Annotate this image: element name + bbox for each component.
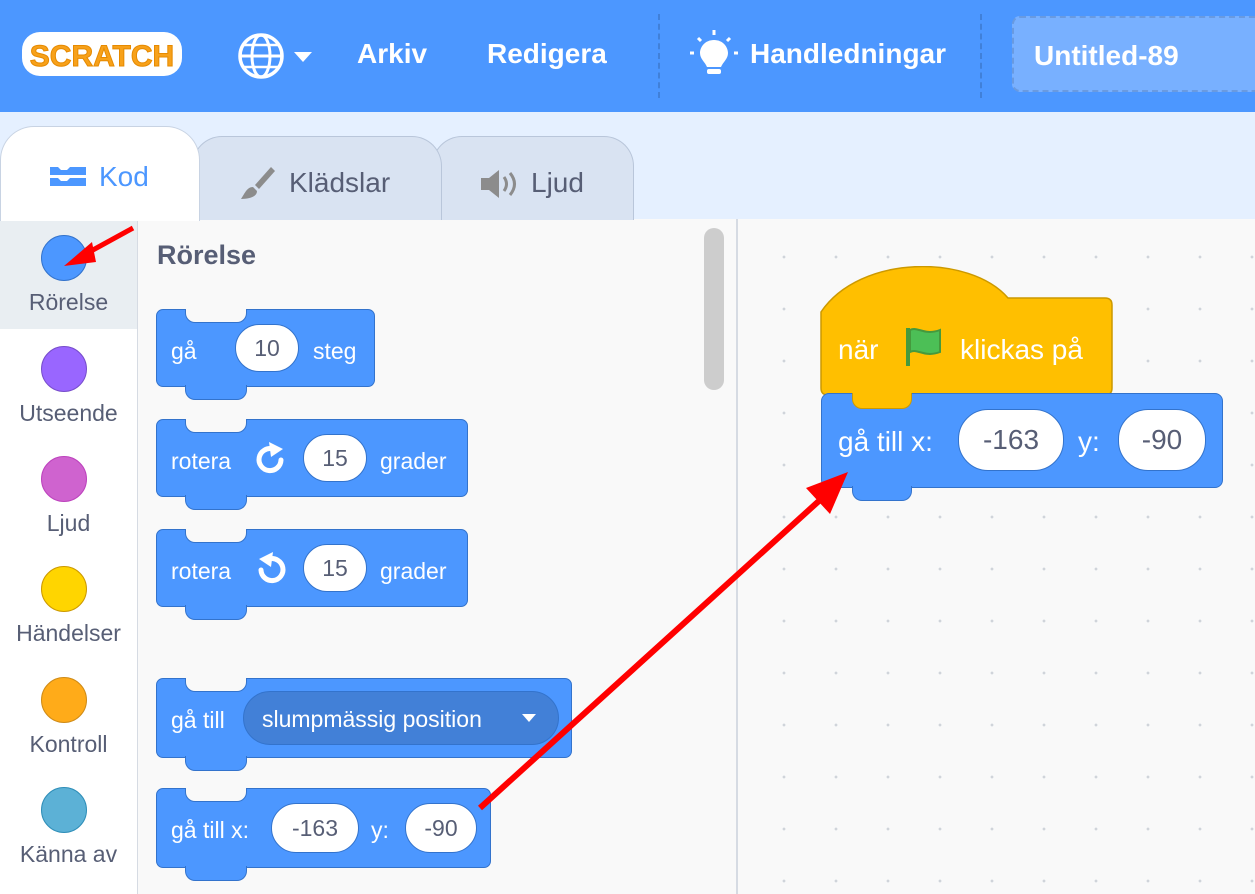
category-menu: Rörelse Utseende Ljud Händelser Kontroll… [0, 219, 138, 894]
block-text: gå till [171, 707, 225, 733]
block-tab [185, 756, 247, 771]
rotate-right-icon [256, 442, 284, 474]
category-sound[interactable]: Ljud [0, 440, 137, 550]
block-text: när [838, 334, 879, 365]
tab-sounds[interactable]: Ljud [432, 136, 634, 220]
y-input[interactable]: -90 [405, 803, 477, 853]
tab-sounds-label: Ljud [531, 167, 584, 198]
steps-input[interactable]: 10 [235, 324, 299, 372]
category-control[interactable]: Kontroll [0, 661, 137, 771]
block-text: gå [171, 338, 197, 364]
block-text: grader [380, 448, 447, 474]
y-input[interactable]: -90 [1118, 409, 1206, 471]
block-text: steg [313, 338, 357, 364]
block-text: grader [380, 558, 447, 584]
category-label: Händelser [16, 620, 121, 646]
block-tab [185, 605, 247, 620]
dropdown-value: slumpmässig position [262, 706, 482, 732]
x-input[interactable]: -163 [958, 409, 1064, 471]
when-flag-clicked-block[interactable]: när klickas på [820, 266, 1113, 406]
category-looks[interactable]: Utseende [0, 330, 137, 440]
category-events[interactable]: Händelser [0, 550, 137, 660]
paintbrush-icon [241, 167, 275, 199]
menu-divider [658, 14, 660, 98]
project-title: Untitled-89 [1034, 40, 1179, 71]
block-notch [185, 677, 247, 692]
file-menu[interactable]: Arkiv [357, 38, 427, 70]
turn-left-block[interactable]: rotera 15 grader [156, 528, 468, 620]
caret-down-icon [294, 52, 312, 62]
edit-menu[interactable]: Redigera [487, 38, 607, 70]
scratch-logo[interactable]: SCRATCH [20, 26, 185, 82]
tab-code-label: Kod [99, 161, 149, 192]
tab-costumes[interactable]: Klädslar [192, 136, 442, 220]
category-dot [41, 346, 87, 392]
category-dot [41, 677, 87, 723]
block-text: gå till x: [171, 817, 249, 843]
block-text: y: [1078, 426, 1100, 457]
category-dot [41, 235, 87, 281]
block-tab [185, 495, 247, 510]
category-dot [41, 456, 87, 502]
palette-scrollbar[interactable] [704, 228, 724, 390]
palette-heading: Rörelse [157, 240, 257, 270]
code-blocks-icon [50, 167, 86, 186]
dropdown-arrow-icon [522, 714, 536, 722]
tutorials-label: Handledningar [750, 38, 947, 69]
green-flag-icon [906, 328, 941, 366]
category-label: Ljud [46, 510, 91, 536]
menu-bar: SCRATCH Arkiv Redigera Handledningar Unt… [0, 0, 1255, 112]
move-steps-block[interactable]: gå 10 steg [156, 308, 375, 400]
block-notch [185, 787, 247, 802]
block-notch [185, 528, 247, 543]
category-label: Rörelse [28, 289, 109, 315]
category-dot [41, 787, 87, 833]
block-tab [852, 486, 912, 501]
block-tab [185, 866, 247, 881]
block-text: rotera [171, 448, 232, 474]
block-text: klickas på [960, 334, 1083, 365]
tab-costumes-label: Klädslar [289, 167, 391, 198]
x-input[interactable]: -163 [271, 803, 359, 853]
block-text: y: [371, 817, 389, 843]
tab-code[interactable]: Kod [0, 126, 200, 221]
category-label: Utseende [19, 400, 118, 426]
goto-xy-block[interactable]: gå till x: -163 y: -90 [156, 787, 491, 881]
category-sensing[interactable]: Känna av [0, 771, 137, 881]
project-title-input[interactable]: Untitled-89 [1012, 16, 1255, 92]
target-dropdown[interactable]: slumpmässig position [243, 691, 559, 745]
menu-divider [980, 14, 982, 98]
category-motion[interactable]: Rörelse [0, 219, 137, 329]
category-dot [41, 566, 87, 612]
svg-text:SCRATCH: SCRATCH [30, 40, 174, 73]
block-tab [185, 385, 247, 400]
rotate-left-icon [258, 552, 286, 584]
language-menu[interactable] [236, 32, 318, 85]
turn-right-block[interactable]: rotera 15 grader [156, 418, 468, 510]
block-notch [852, 392, 912, 409]
block-text: gå till x: [838, 426, 933, 457]
category-label: Kontroll [29, 731, 108, 757]
globe-icon [238, 33, 312, 79]
degrees-input[interactable]: 15 [303, 544, 367, 592]
block-notch [185, 308, 247, 323]
goto-xy-script-block[interactable]: gå till x: -163 y: -90 [821, 392, 1223, 501]
category-label: Känna av [19, 841, 118, 867]
block-text: rotera [171, 558, 232, 584]
lightbulb-icon [690, 30, 738, 74]
degrees-input[interactable]: 15 [303, 434, 367, 482]
block-notch [185, 418, 247, 433]
speaker-icon [481, 170, 516, 198]
goto-target-block[interactable]: gå till slumpmässig position [156, 677, 572, 771]
